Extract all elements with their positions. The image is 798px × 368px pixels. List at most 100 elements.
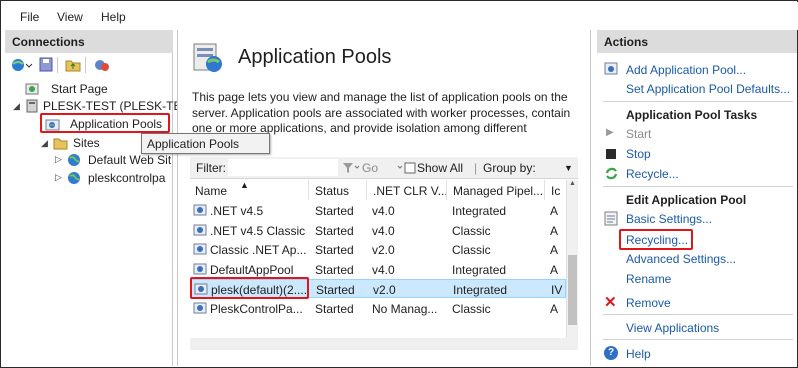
app-pool-icon [193,242,208,259]
expand-chevron-icon[interactable]: ▷ [55,173,63,182]
pipeline-cell: Classic [452,223,491,238]
pool-name-cell: .NET v4.5 Classic [210,223,306,238]
filter-label: Filter: [196,161,226,175]
filter-separator: | [474,161,478,175]
connect-globe-icon[interactable] [11,58,33,72]
identity-cell: A [550,301,559,316]
column-header-identity[interactable]: Ic [546,180,566,200]
scroll-thumb[interactable] [568,255,577,325]
app-pool-icon [193,301,208,318]
app-pool-icon [193,203,208,220]
collapse-chevron-icon[interactable]: ◢ [13,102,21,111]
add-application-pool-link[interactable]: Add Application Pool... [626,63,746,77]
view-applications-link[interactable]: View Applications [626,321,719,335]
globe-icon [68,172,80,184]
pool-status-cell: Started [316,283,355,297]
clr-version-cell: v4.0 [372,262,395,277]
recycle-action[interactable]: Recycle... [626,167,679,181]
table-row[interactable]: .NET v4.5 Classic Started v4.0 Classic A [190,221,566,240]
clr-version-cell: No Manag... [372,301,438,316]
column-header-name[interactable]: Name ▲ [190,180,309,200]
separator [603,339,793,340]
identity-cell: A [550,262,559,277]
show-all-icon [397,162,416,174]
menu-file[interactable]: File [20,10,39,24]
pool-name-cell: Classic .NET Ap... [210,243,306,257]
application-pools-large-icon [193,43,222,72]
start-action[interactable]: Start [626,127,651,141]
up-folder-icon[interactable] [65,57,81,72]
app-pools-grid: Name ▲ Status .NET CLR V... Managed Pipel… [190,180,578,338]
app-pool-icon [193,262,208,279]
pipeline-cell: Classic [452,243,491,257]
expand-chevron-icon[interactable]: ▷ [55,155,63,164]
sites-folder-icon [53,138,68,150]
clr-version-cell: v2.0 [372,243,395,257]
pool-name-cell: PleskControlPa... [210,301,303,316]
scroll-up-icon[interactable]: ▲ [567,180,578,192]
advanced-settings-link[interactable]: Advanced Settings... [626,252,736,266]
collapse-chevron-icon[interactable]: ◢ [41,139,49,148]
group-by-dropdown-icon[interactable]: ▼ [564,163,573,173]
rename-link[interactable]: Rename [626,272,671,286]
pool-status-cell: Started [315,301,354,316]
actions-header: Actions [597,30,797,53]
table-row[interactable]: Classic .NET Ap... Started v2.0 Classic A [190,240,566,259]
basic-settings-link[interactable]: Basic Settings... [626,212,712,226]
highlight-box-plesk-default [190,277,309,299]
sort-ascending-icon: ▲ [240,180,249,190]
actions-panel: Actions Add Application Pool... Set Appl… [597,30,797,366]
vertical-scrollbar[interactable]: ▲ [566,180,578,338]
pipeline-cell: Integrated [452,262,507,277]
application-pools-page: Application Pools This page lets you vie… [177,30,591,366]
tooltip-application-pools: Application Pools [141,133,270,154]
server-icon [26,99,38,113]
menu-bar: File View Help [2,2,798,30]
go-funnel-icon [343,163,360,173]
recycle-icon [605,167,618,180]
start-page-icon [25,83,39,95]
add-pool-icon [604,62,618,75]
pool-tasks-header: Application Pool Tasks [626,108,758,122]
column-header-clr-version[interactable]: .NET CLR V... [368,180,447,200]
column-header-pipeline[interactable]: Managed Pipel... [448,180,545,200]
pool-status-cell: Started [315,262,354,277]
pool-status-cell: Started [315,204,354,218]
highlight-box-application-pools [40,113,170,133]
help-link[interactable]: Help [626,347,651,361]
table-row[interactable]: .NET v4.5 Started v4.0 Integrated A [190,201,566,220]
pipeline-cell: Classic [452,301,491,316]
separator [603,101,793,102]
toolbar-separator [85,57,86,73]
stop-action[interactable]: Stop [626,147,651,161]
table-row[interactable]: DefaultAppPool Started v4.0 Integrated A [190,260,566,279]
clr-version-cell: v4.0 [372,223,395,238]
connections-header: Connections [5,30,173,53]
remove-link[interactable]: Remove [626,296,671,310]
pool-status-cell: Started [315,223,354,238]
page-title: Application Pools [238,46,392,68]
horizontal-scrollbar[interactable] [190,338,578,350]
menu-view[interactable]: View [57,10,83,24]
stop-icon [606,149,616,159]
clr-version-cell: v4.0 [372,204,395,218]
set-defaults-link[interactable]: Set Application Pool Defaults... [626,82,790,96]
filter-bar: Filter: Go Show All | Group by: ▼ [190,157,578,179]
disconnect-icon[interactable] [93,57,111,72]
save-icon[interactable] [39,57,53,72]
pipeline-cell: Integrated [452,204,507,218]
filter-input[interactable] [228,159,338,176]
help-icon: ? [604,346,618,360]
group-by-label[interactable]: Group by: [483,161,536,175]
table-row[interactable]: PleskControlPa... Started No Manag... Class… [190,299,566,318]
column-header-status[interactable]: Status [310,180,367,200]
edit-pool-header: Edit Application Pool [626,193,747,207]
basic-settings-icon [604,211,618,226]
go-button[interactable]: Go [362,161,378,175]
iis-manager-window: File View Help Connections Start Page ◢ … [0,0,798,368]
remove-x-icon: ✕ [604,294,617,311]
identity-cell: IV [551,283,563,297]
highlight-box-recycling [619,229,693,250]
show-all-button[interactable]: Show All [417,161,463,175]
menu-help[interactable]: Help [101,10,126,24]
